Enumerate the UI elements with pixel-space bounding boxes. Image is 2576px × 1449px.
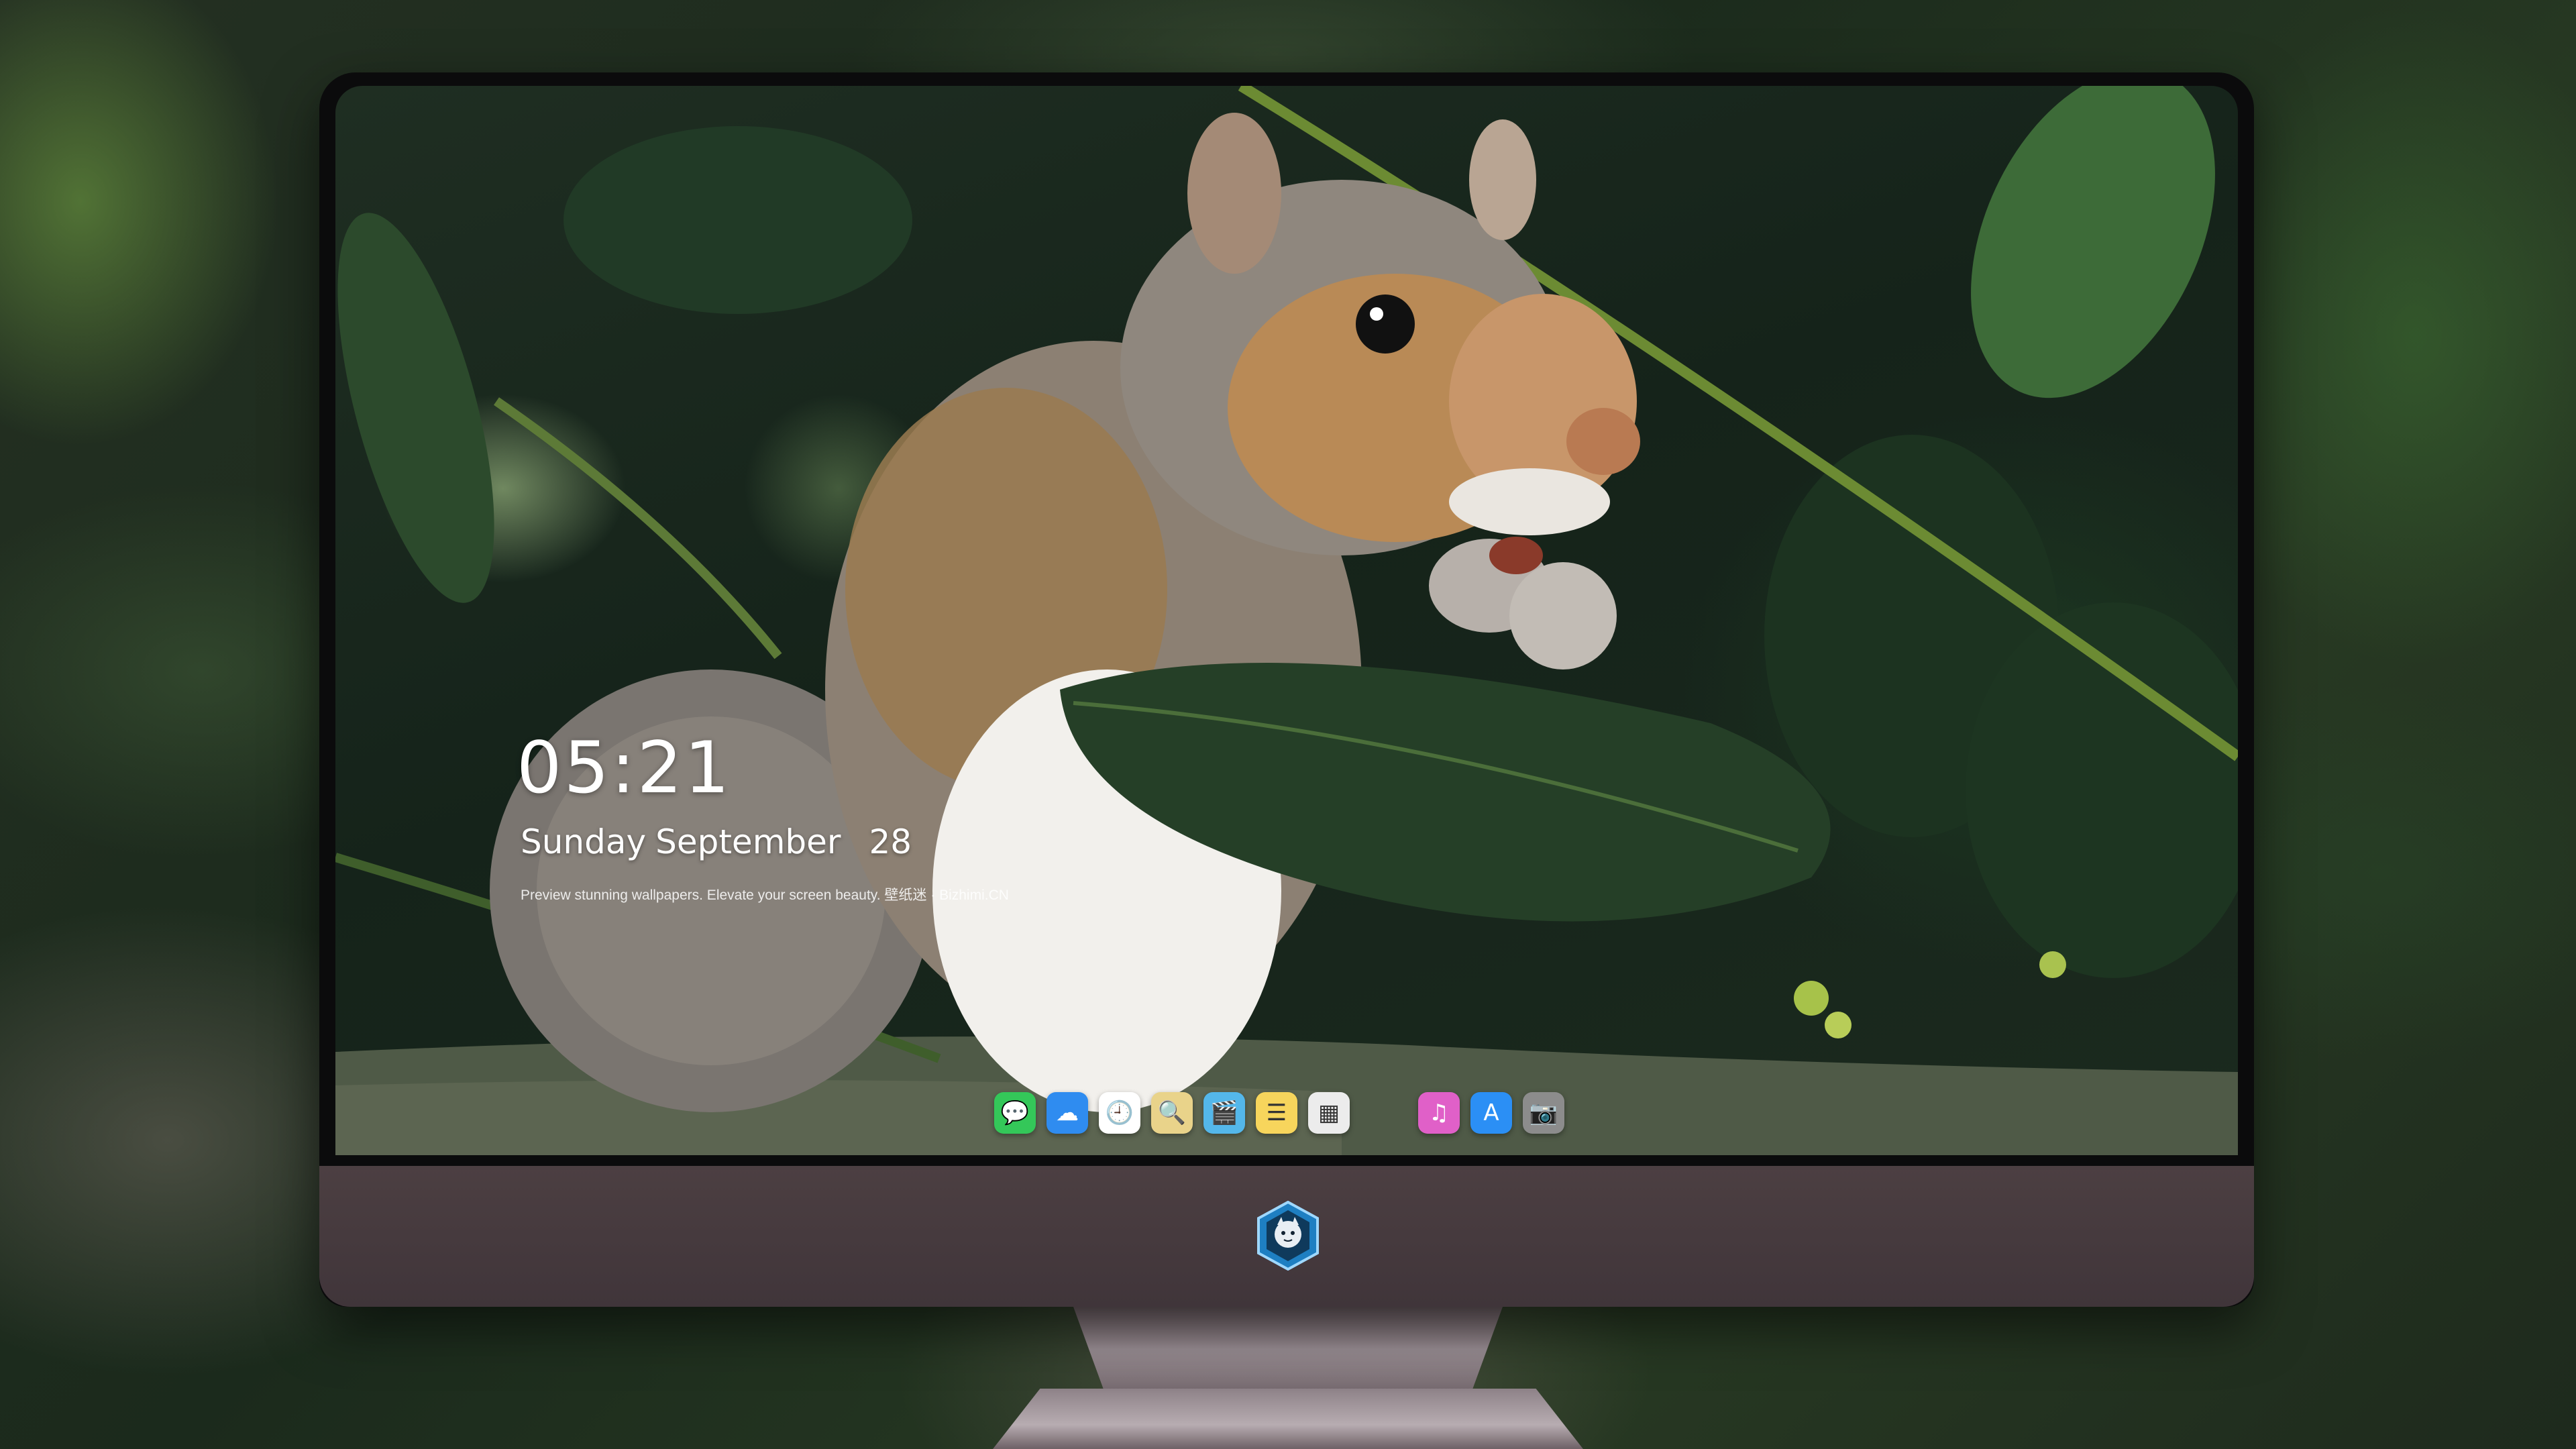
itunes-icon[interactable]: ♫ <box>1418 1092 1460 1134</box>
messages-icon[interactable]: 💬 <box>994 1092 1036 1134</box>
screen: 05:21 Sunday September 28 Preview stunning… <box>335 86 2238 1155</box>
photo-booth-icon[interactable]: ▦ <box>1308 1092 1350 1134</box>
wallpaper-squirrel <box>335 86 2238 1155</box>
monitor-stand-base <box>993 1389 1583 1449</box>
camera-icon[interactable]: 📷 <box>1523 1092 1564 1134</box>
dock: 💬 ☁ 🕘 🔍 🎬 ☰ ▦ ♫ A 📷 <box>986 1085 1572 1140</box>
brand-logo-icon <box>1257 1201 1319 1271</box>
clips-icon[interactable]: 🎬 <box>1203 1092 1245 1134</box>
clock-icon[interactable]: 🕘 <box>1099 1092 1140 1134</box>
date-day: 28 <box>869 822 912 861</box>
lock-screen-date: Sunday September 28 <box>521 822 921 861</box>
lock-screen-time: 05:21 <box>517 727 732 809</box>
weather-icon[interactable]: ☁ <box>1046 1092 1088 1134</box>
date-month: September <box>655 822 841 861</box>
notes-icon[interactable]: ☰ <box>1256 1092 1297 1134</box>
app-store-icon[interactable]: A <box>1470 1092 1512 1134</box>
monitor-stand-neck <box>1073 1307 1503 1401</box>
date-weekday: Sunday <box>521 822 647 861</box>
preview-icon[interactable]: 🔍 <box>1151 1092 1193 1134</box>
wallpaper-tagline: Preview stunning wallpapers. Elevate you… <box>521 888 1009 903</box>
